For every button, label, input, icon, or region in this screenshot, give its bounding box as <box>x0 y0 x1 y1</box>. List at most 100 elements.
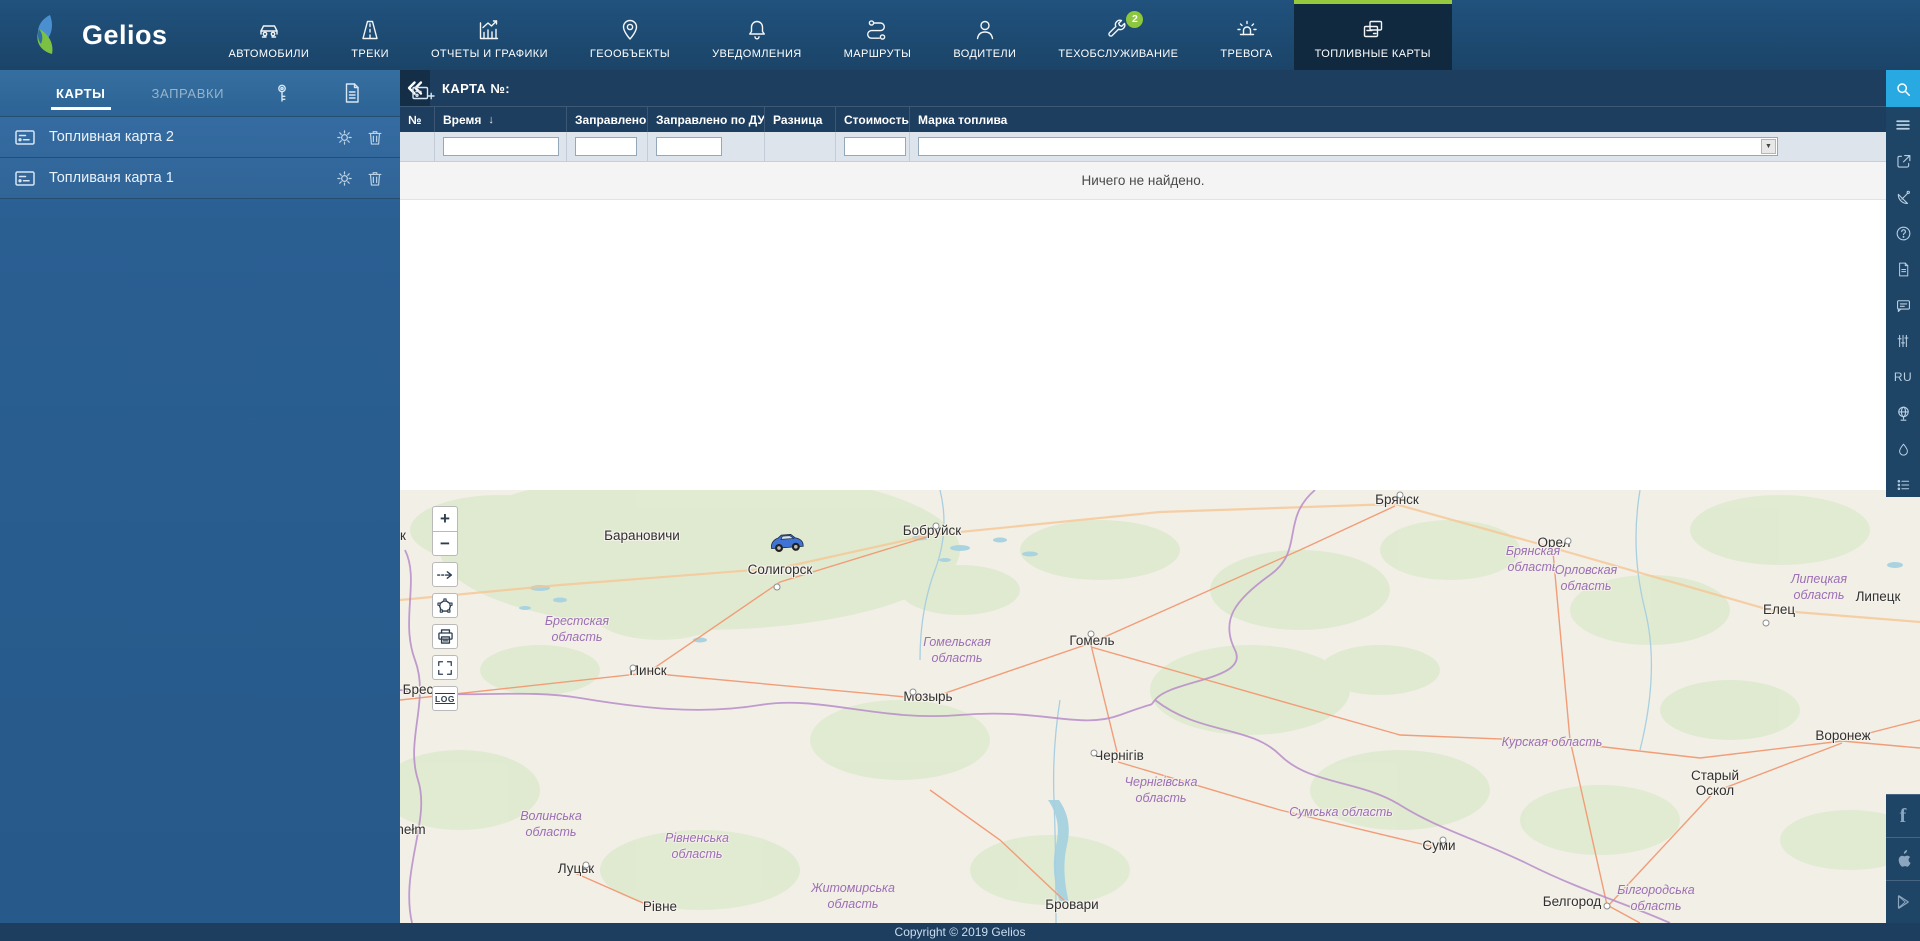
column-header-fuel-brand[interactable]: Марка топлива <box>909 107 1886 132</box>
filter-row: ▼ <box>400 132 1886 162</box>
column-header-time[interactable]: Время ↓ <box>434 107 566 132</box>
fuel-brand-select[interactable]: ▼ <box>918 137 1778 156</box>
document-icon[interactable] <box>340 80 364 106</box>
map-city-marker <box>1762 619 1770 627</box>
map-city-label: Рівне <box>642 898 678 914</box>
nav-item-maintenance[interactable]: 2 ТЕХОБСЛУЖИВАНИЕ <box>1037 0 1199 70</box>
nav-item-notifications[interactable]: УВЕДОМЛЕНИЯ <box>691 0 823 70</box>
key-icon[interactable] <box>270 80 294 106</box>
column-header-fueled[interactable]: Заправлено <box>566 107 647 132</box>
panel-title: КАРТА №: <box>442 80 510 96</box>
dashed-arrow-icon <box>436 570 453 579</box>
reports-button[interactable] <box>1886 251 1920 287</box>
map-controls: + − LOG <box>432 506 458 711</box>
expand-window-button[interactable] <box>1886 143 1920 179</box>
search-button[interactable] <box>1886 70 1920 107</box>
draw-polygon-button[interactable] <box>432 593 458 618</box>
menu-button[interactable] <box>1886 107 1920 143</box>
alarm-icon <box>1234 15 1260 45</box>
maintenance-badge: 2 <box>1126 10 1144 28</box>
language-button[interactable]: RU <box>1886 359 1920 395</box>
map-region-label: Курская область <box>1501 734 1603 749</box>
trash-icon[interactable] <box>364 167 386 189</box>
trash-icon[interactable] <box>364 126 386 148</box>
satellite-button[interactable] <box>1886 179 1920 215</box>
table-header: № Время ↓ Заправлено Заправлено по ДУТ Р… <box>400 106 1886 132</box>
map-city-marker <box>582 861 590 869</box>
map-region-label: Рівненська область <box>664 830 730 861</box>
sort-desc-icon: ↓ <box>488 113 494 126</box>
log-button[interactable]: LOG <box>432 686 458 711</box>
app-screen: Gelios АВТОМОБИЛИ ТРЕКИ ОТЧЕТЫ И ГРАФИКИ… <box>0 0 1920 941</box>
settings-icon[interactable] <box>333 167 355 189</box>
map-terrain <box>400 490 1920 923</box>
card-icon <box>15 129 35 145</box>
filter-cost-input[interactable] <box>844 137 906 156</box>
globe-button[interactable] <box>1886 395 1920 431</box>
nav-item-alarm[interactable]: ТРЕВОГА <box>1199 0 1293 70</box>
nav-item-drivers[interactable]: ВОДИТЕЛИ <box>932 0 1037 70</box>
map[interactable]: Барановичи Бобруйск Брянск Орел Солигорск Гом… <box>400 490 1920 923</box>
follow-track-button[interactable] <box>432 562 458 587</box>
search-icon <box>1897 82 1910 96</box>
nav-item-routes[interactable]: МАРШРУТЫ <box>823 0 933 70</box>
map-city-label: Белгород <box>1542 893 1602 909</box>
vehicle-marker-icon[interactable] <box>767 529 807 555</box>
fuel-drop-button[interactable] <box>1886 431 1920 467</box>
right-toolbar: RU <box>1886 70 1920 497</box>
fuel-card-row[interactable]: Топливная карта 2 <box>0 117 400 158</box>
filter-fueled-input[interactable] <box>575 137 637 156</box>
fullscreen-button[interactable] <box>432 655 458 680</box>
nav-item-vehicles[interactable]: АВТОМОБИЛИ <box>208 0 331 70</box>
google-play-icon <box>1897 895 1909 909</box>
tab-refuels[interactable]: ЗАПРАВКИ <box>152 70 225 116</box>
zoom-out-button[interactable]: − <box>432 531 458 556</box>
tab-cards[interactable]: КАРТЫ <box>51 70 110 116</box>
google-play-button[interactable] <box>1886 880 1920 923</box>
card-icon <box>15 170 35 186</box>
sidebar-tabs: КАРТЫ ЗАПРАВКИ <box>0 70 435 117</box>
nav-item-geoobjects[interactable]: ГЕООБЪЕКТЫ <box>569 0 691 70</box>
map-region-label: Липецкая область <box>1790 571 1848 602</box>
column-header-difference[interactable]: Разница <box>764 107 835 132</box>
help-button[interactable] <box>1886 215 1920 251</box>
nav-item-tracks[interactable]: ТРЕКИ <box>330 0 410 70</box>
apple-button[interactable] <box>1886 837 1920 880</box>
bell-icon <box>744 15 770 45</box>
zoom-in-button[interactable]: + <box>432 506 458 531</box>
facebook-button[interactable]: f <box>1886 794 1920 837</box>
nav-item-reports[interactable]: ОТЧЕТЫ И ГРАФИКИ <box>410 0 569 70</box>
settings-sliders-button[interactable] <box>1886 323 1920 359</box>
road-icon <box>357 15 383 45</box>
settings-icon[interactable] <box>333 126 355 148</box>
map-city-label: к <box>400 527 406 543</box>
logo[interactable]: Gelios <box>0 0 208 70</box>
filter-fueled-dut-input[interactable] <box>656 137 722 156</box>
map-region-label: Гомельская область <box>923 634 991 665</box>
column-header-fueled-dut[interactable]: Заправлено по ДУТ <box>647 107 764 132</box>
chat-button[interactable] <box>1886 287 1920 323</box>
filter-time-input[interactable] <box>443 137 559 156</box>
map-region-label: Білгородська область <box>1617 882 1695 913</box>
left-sidebar: КАРТЫ ЗАПРАВКИ Топливная карта 2 Топлива… <box>0 70 435 923</box>
external-link-icon <box>1896 154 1910 168</box>
question-mark-icon <box>1896 226 1910 240</box>
fuel-card-row[interactable]: Топливаня карта 1 <box>0 158 400 199</box>
map-city-label: Бровари <box>1045 896 1099 912</box>
copyright-text: Copyright © 2019 Gelios <box>894 925 1026 939</box>
polygon-icon <box>437 597 453 613</box>
map-region-label: Волинська область <box>520 808 582 839</box>
map-city-marker <box>773 583 781 591</box>
map-region-label: Брестская область <box>544 613 610 644</box>
column-header-number[interactable]: № <box>400 107 434 132</box>
map-city-label: Солигорск <box>747 561 813 577</box>
hamburger-menu-icon <box>1896 120 1910 130</box>
list-button[interactable] <box>1886 467 1920 503</box>
fuel-card-panel: КАРТА №: № Время ↓ Заправлено Заправлено… <box>400 70 1886 490</box>
driver-icon <box>972 15 998 45</box>
print-button[interactable] <box>432 624 458 649</box>
add-card-icon[interactable] <box>410 80 436 106</box>
fuel-cards-icon <box>1360 15 1386 45</box>
nav-item-fuel-cards[interactable]: ТОПЛИВНЫЕ КАРТЫ <box>1293 0 1452 70</box>
column-header-cost[interactable]: Стоимость <box>835 107 909 132</box>
